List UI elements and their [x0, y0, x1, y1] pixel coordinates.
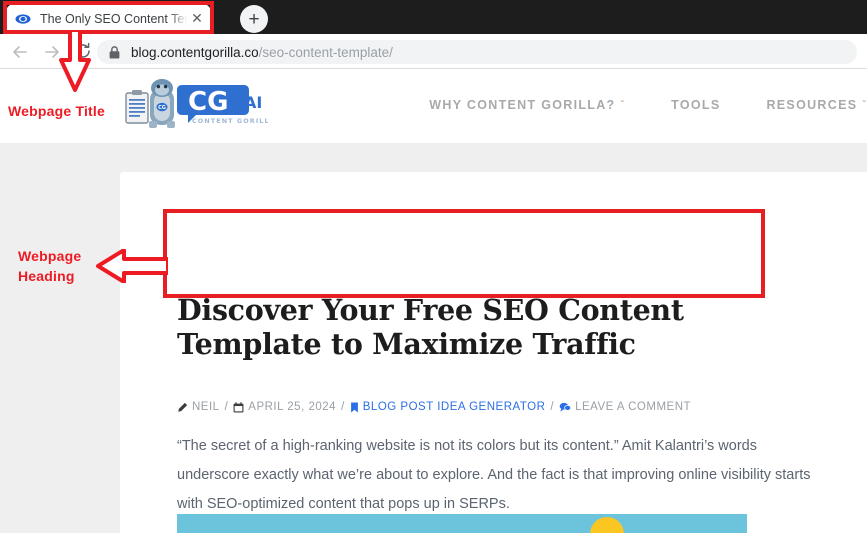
annotation-label-line2: Heading [18, 268, 75, 285]
bookmark-icon [350, 402, 359, 413]
annotation-label-webpage-heading: Webpage Heading [18, 246, 81, 287]
svg-text:CG: CG [188, 87, 228, 117]
meta-date: APRIL 25, 2024 [233, 401, 336, 413]
comment-link: LEAVE A COMMENT [575, 401, 692, 413]
back-arrow-icon[interactable] [10, 42, 30, 62]
svg-text:CG: CG [158, 105, 166, 111]
svg-text:AI: AI [244, 93, 262, 112]
annotation-label-line1: Webpage [18, 248, 82, 264]
meta-separator: / [550, 401, 555, 413]
chevron-down-icon: ˇ [620, 99, 626, 111]
url-text: blog.contentgorilla.co/seo-content-templ… [131, 45, 393, 60]
category-link[interactable]: BLOG POST IDEA GENERATOR [363, 401, 546, 413]
pencil-icon [177, 402, 188, 413]
meta-category[interactable]: BLOG POST IDEA GENERATOR [350, 401, 546, 413]
site-logo[interactable]: CG CG AI CONTENT GORILLA AI [118, 77, 287, 135]
crown-illustration [590, 517, 624, 533]
page-title: Discover Your Free SEO Content Template … [177, 293, 684, 361]
nav-item-tools[interactable]: TOOLS [671, 98, 720, 112]
meta-comment[interactable]: LEAVE A COMMENT [559, 401, 691, 413]
post-meta: NEIL / APRIL 25, 2024 / BLOG POST IDEA G… [177, 401, 691, 413]
browser-toolbar: blog.contentgorilla.co/seo-content-templ… [0, 34, 867, 69]
nav-item-resources[interactable]: RESOURCES ˇ [766, 98, 867, 112]
nav-item-why-content-gorilla[interactable]: WHY CONTENT GORILLA? ˇ [429, 98, 625, 112]
author-name: NEIL [192, 401, 220, 413]
meta-separator: / [224, 401, 229, 413]
nav-label: TOOLS [671, 98, 721, 112]
url-path: /seo-content-template/ [258, 44, 393, 60]
new-tab-button[interactable]: + [240, 5, 268, 33]
meta-separator: / [341, 401, 345, 413]
main-navigation: WHY CONTENT GORILLA? ˇ TOOLS RESOURCES ˇ [429, 93, 867, 117]
post-body-paragraph: “The secret of a high-ranking website is… [177, 438, 811, 512]
annotation-arrow-down [59, 30, 91, 92]
chevron-down-icon: ˇ [862, 99, 867, 111]
featured-image [177, 514, 747, 533]
annotation-box-tab [3, 1, 214, 34]
calendar-icon [233, 401, 244, 413]
webpage-viewport: CG CG AI CONTENT GORILLA AI WHY CONTENT … [0, 69, 867, 533]
annotation-box-heading [163, 209, 765, 298]
meta-author: NEIL [177, 401, 220, 413]
url-domain: blog.contentgorilla.co [131, 44, 259, 60]
address-bar[interactable]: blog.contentgorilla.co/seo-content-templ… [97, 40, 857, 64]
date-text: APRIL 25, 2024 [248, 401, 337, 413]
lock-icon [109, 45, 120, 59]
svg-text:CONTENT GORILLA AI: CONTENT GORILLA AI [192, 117, 268, 125]
annotation-arrow-left [96, 249, 168, 283]
comment-icon [559, 402, 572, 413]
site-header: CG CG AI CONTENT GORILLA AI WHY CONTENT … [0, 69, 867, 143]
nav-label: WHY CONTENT GORILLA? [429, 98, 616, 112]
annotation-label-webpage-title: Webpage Title [8, 103, 105, 119]
nav-label: RESOURCES [766, 98, 858, 112]
